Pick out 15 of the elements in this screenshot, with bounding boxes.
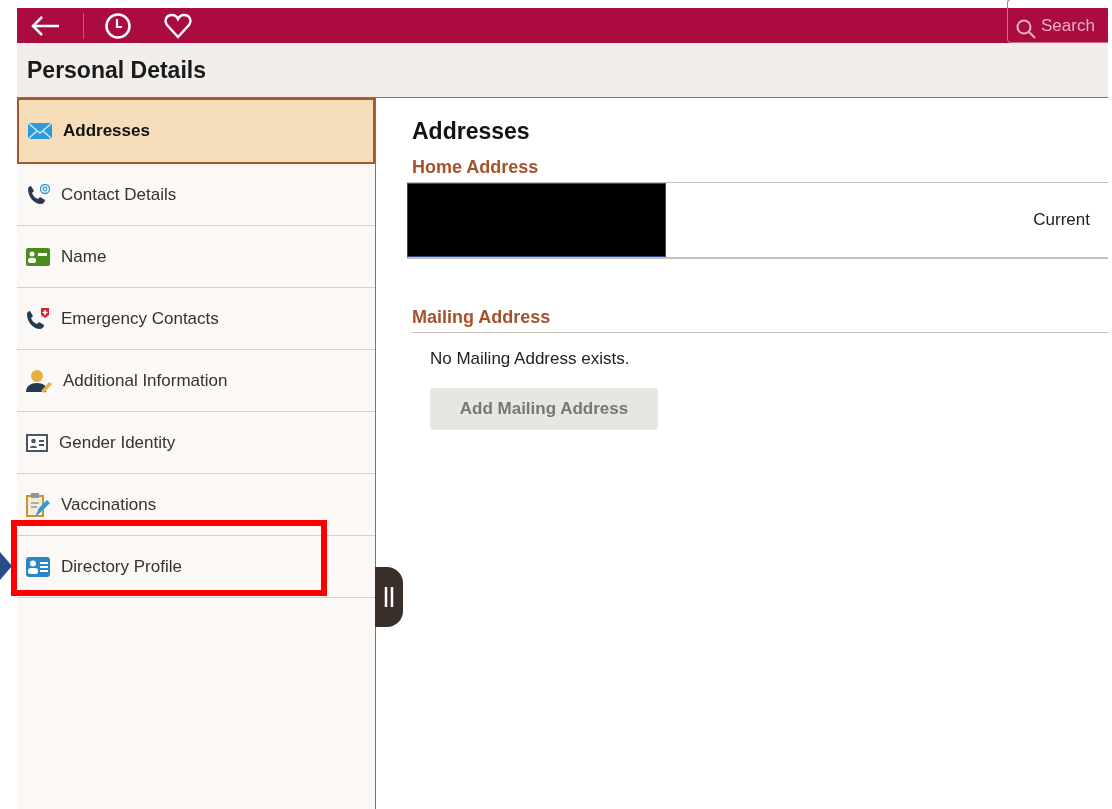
empty-message: No Mailing Address exists. (430, 349, 631, 369)
sidebar-item[interactable]: Gender Identity (17, 412, 375, 474)
sidebar-item[interactable]: Directory Profile (17, 536, 375, 598)
section-title: Addresses (412, 118, 531, 145)
section-heading: Mailing Address (412, 307, 1108, 333)
sidebar-item[interactable]: Emergency Contacts (17, 288, 375, 350)
status-label: Current (1033, 210, 1090, 230)
section-heading: Home Address (412, 157, 540, 179)
sidebar-item[interactable]: Addresses (17, 98, 375, 164)
sidebar-item[interactable]: Contact Details (17, 164, 375, 226)
page-title: Personal Details (27, 56, 206, 84)
sidebar-item[interactable]: Name (17, 226, 375, 288)
search-field[interactable]: Search (1007, 0, 1108, 43)
sidebar-item[interactable]: Additional Information (17, 350, 375, 412)
sidebar-item[interactable]: Vaccinations (17, 474, 375, 536)
